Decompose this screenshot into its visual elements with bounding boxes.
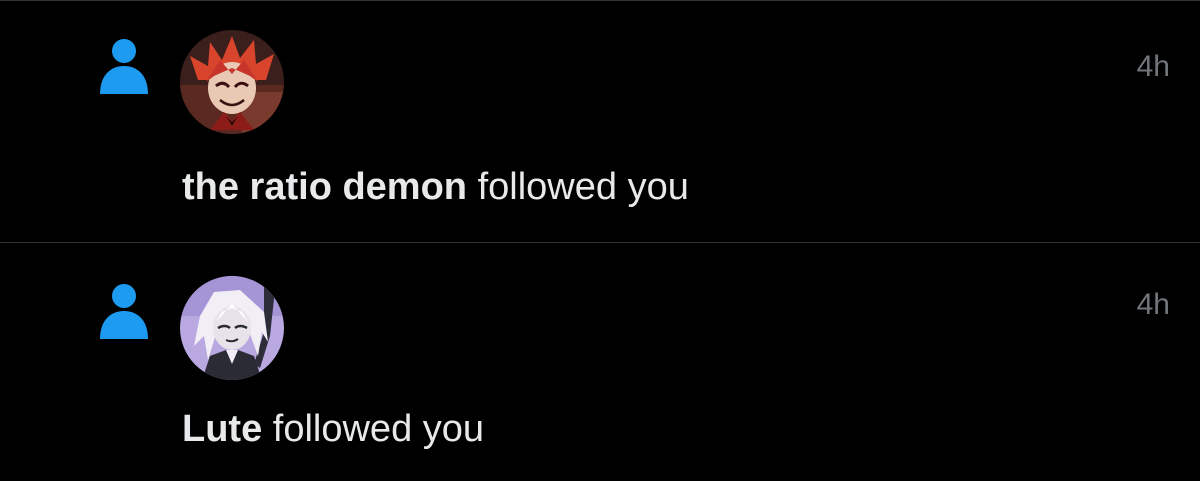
notification-text: the ratio demon followed you — [182, 168, 689, 206]
avatar-red-haired-character-image — [180, 30, 284, 134]
username-link[interactable]: the ratio demon — [182, 166, 467, 208]
avatar-white-haired-character-image — [180, 276, 284, 380]
person-icon — [100, 39, 148, 94]
notification-action: followed you — [467, 166, 689, 208]
timestamp: 4h — [1136, 50, 1170, 83]
notifications-page: { "colors": { "background": "#000000", "… — [0, 0, 1200, 481]
follow-notification[interactable]: 4h the ratio demon followed you — [0, 0, 1200, 242]
notification-action: followed you — [262, 408, 485, 450]
user-avatar[interactable] — [180, 276, 284, 380]
follow-notification[interactable]: 4h Lute followed you — [0, 243, 1200, 481]
notification-text: Lute followed you — [182, 410, 484, 448]
user-avatar[interactable] — [180, 30, 284, 134]
username-link[interactable]: Lute — [182, 408, 262, 450]
timestamp: 4h — [1136, 288, 1170, 321]
person-icon — [100, 284, 148, 339]
